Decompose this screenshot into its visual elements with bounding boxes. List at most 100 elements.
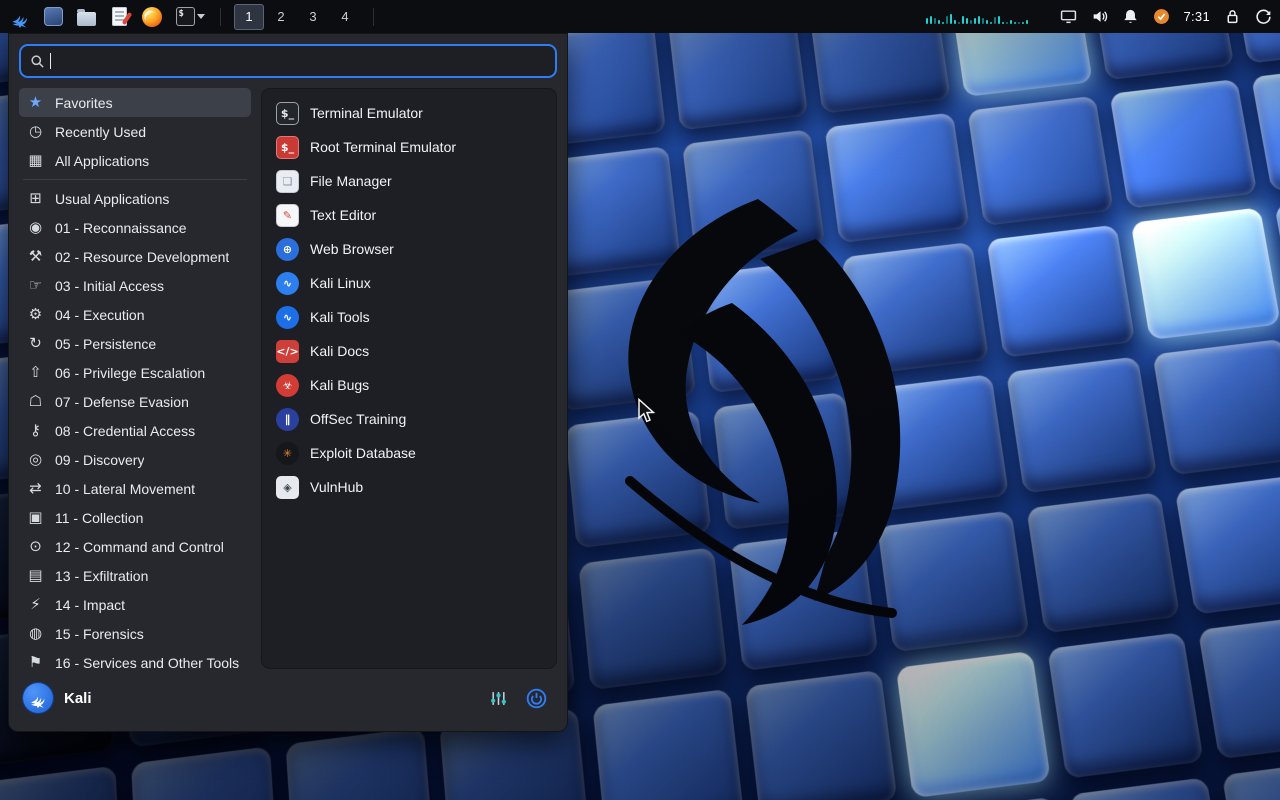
app-label: Kali Bugs [310, 377, 370, 393]
category-item[interactable]: ⚷ 08 - Credential Access [19, 416, 251, 445]
category-icon: ◷ [28, 122, 43, 140]
wallpaper-cube [592, 689, 744, 800]
app-item[interactable]: </> Kali Docs [269, 334, 549, 368]
workspace-number: 1 [245, 9, 253, 24]
window-app-launcher[interactable] [41, 4, 65, 30]
lock-button[interactable] [1223, 8, 1241, 26]
category-label: 06 - Privilege Escalation [55, 364, 206, 381]
text-editor-launcher[interactable] [107, 4, 131, 30]
category-label: 03 - Initial Access [55, 277, 164, 294]
search-icon [31, 54, 44, 68]
wallpaper-cube [712, 391, 861, 531]
lock-icon [1227, 10, 1237, 24]
category-item[interactable]: ★ Favorites [19, 88, 251, 117]
app-item[interactable]: $_ Terminal Emulator [269, 96, 549, 130]
panel-separator [373, 7, 374, 26]
display-button[interactable] [1059, 8, 1077, 26]
category-item[interactable]: ⇧ 06 - Privilege Escalation [19, 358, 251, 387]
notifications-button[interactable] [1121, 8, 1139, 26]
app-item[interactable]: ∿ Kali Tools [269, 300, 549, 334]
app-item[interactable]: ❏ File Manager [269, 164, 549, 198]
kali-logo-icon [12, 15, 27, 28]
app-icon: </> [276, 339, 299, 363]
category-item[interactable]: ◎ 09 - Discovery [19, 445, 251, 474]
clock[interactable]: 7:31 [1183, 9, 1210, 24]
wallpaper-cube [841, 241, 990, 376]
search-box[interactable] [19, 44, 557, 78]
category-label: Recently Used [55, 123, 147, 140]
category-item[interactable]: ▦ All Applications [19, 146, 251, 180]
logout-button[interactable] [1254, 8, 1272, 26]
wallpaper-cube [1026, 492, 1181, 634]
visualizer-bar [934, 17, 937, 24]
category-icon: ★ [28, 93, 43, 111]
app-item[interactable]: $_ Root Terminal Emulator [269, 130, 549, 164]
workspace-button[interactable]: 2 [266, 4, 296, 30]
category-item[interactable]: ⚙ 04 - Execution [19, 300, 251, 329]
workspace-number: 4 [341, 9, 349, 24]
settings-button[interactable] [487, 687, 509, 709]
wallpaper-cube [1251, 62, 1280, 192]
wallpaper-cube [915, 796, 1074, 800]
category-icon: ⇧ [29, 363, 42, 381]
app-item[interactable]: ⊕ Web Browser [269, 232, 549, 266]
category-item[interactable]: ◍ 15 - Forensics [19, 619, 251, 648]
session-logout-button[interactable] [525, 687, 547, 709]
visualizer-bar [986, 19, 989, 24]
category-label: 12 - Command and Control [55, 538, 224, 555]
app-label: File Manager [310, 173, 392, 189]
firefox-launcher[interactable] [140, 4, 164, 30]
app-icon: ∥ [276, 407, 299, 431]
category-item[interactable]: ⚒ 02 - Resource Development [19, 242, 251, 271]
wallpaper-cube [1175, 474, 1280, 615]
category-item[interactable]: ⚡ 14 - Impact [19, 590, 251, 619]
category-item[interactable]: ⇄ 10 - Lateral Movement [19, 474, 251, 503]
workspace-button[interactable]: 1 [234, 3, 264, 30]
app-icon: ∿ [276, 271, 299, 295]
status-update-icon [1154, 9, 1169, 24]
app-item[interactable]: ✳ Exploit Database [269, 436, 549, 470]
workspace-switcher: 1 2 3 4 [234, 3, 360, 30]
category-item[interactable]: ⊙ 12 - Command and Control [19, 532, 251, 561]
terminal-launcher[interactable]: $ [173, 4, 207, 30]
search-input[interactable] [51, 52, 546, 70]
category-item[interactable]: ▣ 11 - Collection [19, 503, 251, 532]
workspace-button[interactable]: 3 [298, 4, 328, 30]
visualizer-bar [946, 15, 949, 24]
category-item[interactable]: ◷ Recently Used [19, 117, 251, 146]
visualizer-bar [1014, 21, 1017, 24]
user-avatar[interactable] [23, 683, 53, 713]
visualizer-bar [962, 15, 965, 24]
category-icon: ⚙ [28, 305, 43, 323]
app-label: Kali Tools [310, 309, 370, 325]
file-manager-launcher[interactable] [74, 4, 98, 30]
category-item[interactable]: ◉ 01 - Reconnaissance [19, 213, 251, 242]
visualizer-bar [1026, 19, 1029, 24]
app-item[interactable]: ∿ Kali Linux [269, 266, 549, 300]
category-icon: ⚑ [28, 653, 43, 671]
visualizer-bar [942, 21, 945, 24]
app-label: VulnHub [310, 479, 364, 495]
category-item[interactable]: ↻ 05 - Persistence [19, 329, 251, 358]
app-item[interactable]: ◈ VulnHub [269, 470, 549, 504]
category-item[interactable]: ⊞ Usual Applications [19, 184, 251, 213]
category-item[interactable]: ▤ 13 - Exfiltration [19, 561, 251, 590]
category-item[interactable]: ☞ 03 - Initial Access [19, 271, 251, 300]
visualizer-bar [950, 13, 953, 24]
whisker-menu-button[interactable] [8, 4, 32, 30]
app-item[interactable]: ✎ Text Editor [269, 198, 549, 232]
visualizer-bar [1010, 19, 1013, 24]
app-item[interactable]: ∥ OffSec Training [269, 402, 549, 436]
status-update-button[interactable] [1152, 8, 1170, 26]
workspace-button[interactable]: 4 [330, 4, 360, 30]
category-item[interactable]: ☖ 07 - Defense Evasion [19, 387, 251, 416]
wallpaper-cube [1109, 79, 1258, 209]
firefox-icon [142, 6, 162, 27]
visualizer-bar [970, 19, 973, 24]
category-icon: ◉ [28, 218, 43, 236]
category-icon: ◍ [28, 624, 43, 642]
category-label: Usual Applications [55, 190, 170, 207]
app-item[interactable]: ☣ Kali Bugs [269, 368, 549, 402]
chevron-down-icon[interactable] [196, 14, 205, 19]
volume-button[interactable] [1090, 8, 1108, 26]
